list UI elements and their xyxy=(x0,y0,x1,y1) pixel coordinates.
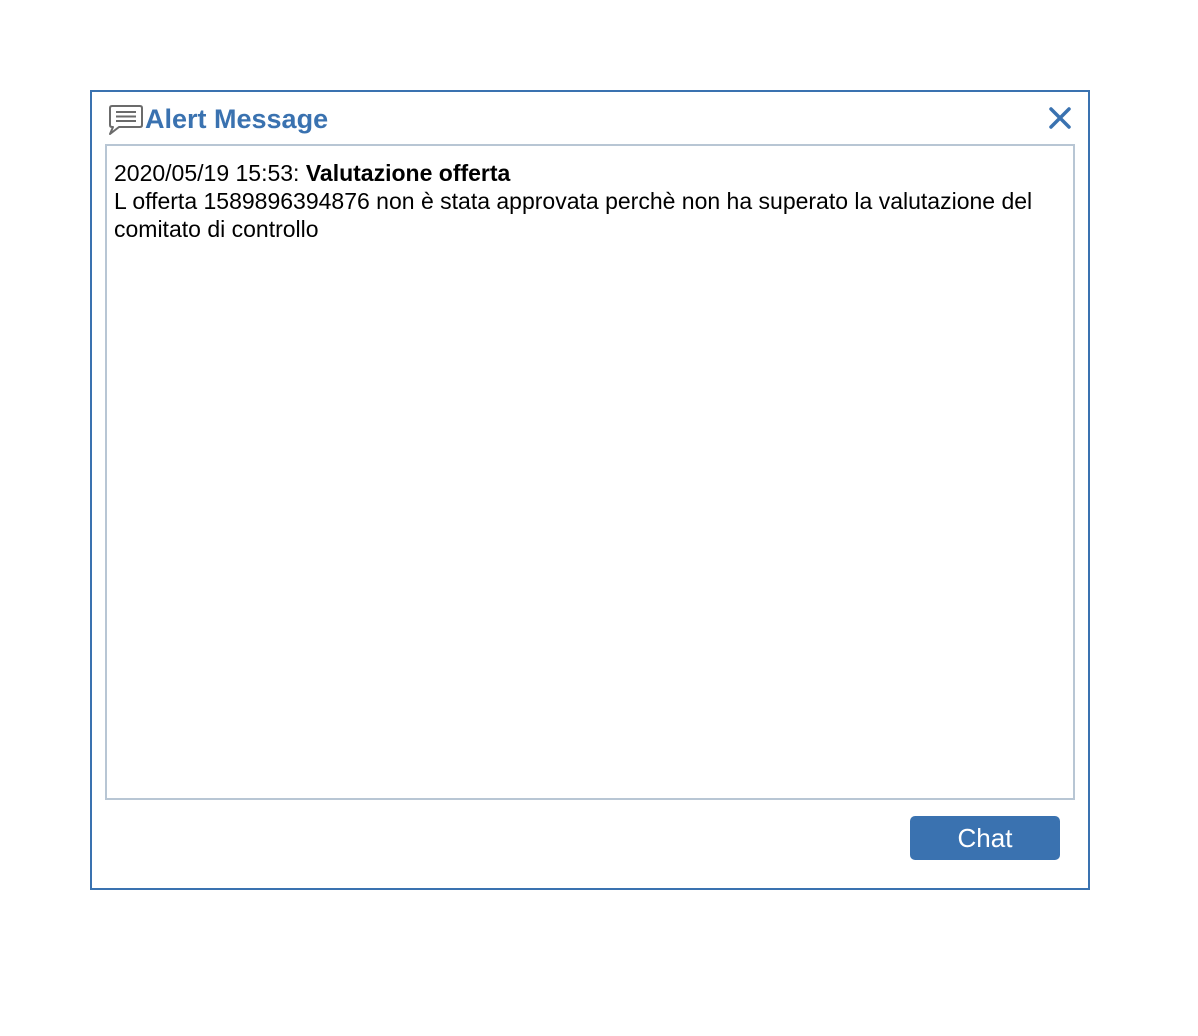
chat-button[interactable]: Chat xyxy=(910,816,1060,860)
dialog-title: Alert Message xyxy=(145,104,329,134)
message-entry: 2020/05/19 15:53: Valutazione offerta L … xyxy=(107,146,1073,243)
chat-bubble-icon xyxy=(106,103,144,137)
message-area[interactable]: 2020/05/19 15:53: Valutazione offerta L … xyxy=(105,144,1075,800)
message-header: 2020/05/19 15:53: Valutazione offerta xyxy=(114,159,1067,187)
dialog-titlebar: Alert Message xyxy=(92,92,1088,144)
close-icon[interactable] xyxy=(1046,104,1074,132)
message-timestamp: 2020/05/19 15:53: xyxy=(114,160,300,186)
message-subject: Valutazione offerta xyxy=(305,160,511,186)
message-body: L offerta 1589896394876 non è stata appr… xyxy=(114,188,1033,242)
alert-dialog: Alert Message 2020/05/19 15:53: Valutazi… xyxy=(90,90,1090,890)
